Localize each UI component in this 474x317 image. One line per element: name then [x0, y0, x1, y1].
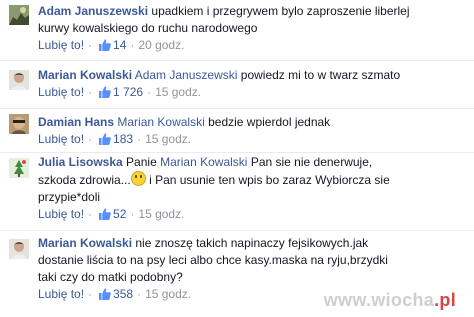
divider — [0, 152, 474, 153]
comment-text: upadkiem i przegrywem bylo zaproszenie l… — [151, 4, 410, 18]
like-button[interactable]: Lubię to! — [38, 38, 84, 52]
comment-author[interactable]: Marian Kowalski — [38, 236, 132, 250]
avatar[interactable] — [9, 70, 29, 90]
timestamp[interactable]: 15 godz. — [155, 85, 201, 99]
mention-link[interactable]: Marian Kowalski — [160, 155, 247, 169]
comment-author[interactable]: Adam Januszewski — [38, 4, 148, 18]
timestamp[interactable]: 15 godz. — [145, 287, 191, 301]
like-button[interactable]: Lubię to! — [38, 207, 84, 221]
avatar[interactable] — [9, 114, 29, 134]
timestamp[interactable]: 15 godz. — [145, 132, 191, 146]
avatar[interactable] — [9, 158, 29, 178]
thumbs-up-icon[interactable] — [98, 133, 111, 150]
like-button[interactable]: Lubię to! — [38, 287, 84, 301]
mention-link[interactable]: Adam Januszewski — [135, 68, 238, 82]
comment-text: przypie*doli — [38, 190, 101, 204]
comment-meta: Lubię to! · 358 · 15 godz. — [38, 287, 191, 301]
comment-text: kurwy kowalskiego do ruchu narodowego — [38, 21, 258, 35]
divider — [0, 60, 474, 61]
avatar[interactable] — [9, 5, 29, 25]
comment-author[interactable]: Damian Hans — [38, 115, 114, 129]
like-count[interactable]: 52 — [113, 207, 126, 221]
comment-text: taki czy do matki podobny? — [38, 270, 183, 284]
watermark: www.wiocha.pl — [324, 290, 456, 311]
divider — [0, 230, 474, 231]
timestamp[interactable]: 20 godz. — [138, 38, 184, 52]
like-count[interactable]: 1 726 — [113, 85, 143, 99]
thumbs-up-icon[interactable] — [98, 208, 111, 225]
comment-author[interactable]: Marian Kowalski — [38, 68, 132, 82]
like-button[interactable]: Lubię to! — [38, 132, 84, 146]
avatar[interactable] — [9, 239, 29, 259]
comment-author[interactable]: Julia Lisowska — [38, 155, 123, 169]
like-button[interactable]: Lubię to! — [38, 85, 84, 99]
comment-text: Pan sie nie denerwuje, — [250, 155, 373, 169]
like-count[interactable]: 183 — [113, 132, 133, 146]
comment-meta: Lubię to! · 14 · 20 godz. — [38, 38, 184, 52]
thumbs-up-icon[interactable] — [98, 39, 111, 56]
comment-text: powiedz mi to w twarz szmato — [240, 68, 401, 82]
watermark-text: www.wiocha — [323, 290, 435, 310]
divider — [0, 108, 474, 109]
comment-text: bedzie wpierdol jednak — [208, 115, 331, 129]
timestamp[interactable]: 15 godz. — [138, 207, 184, 221]
comment-text: szkoda zdrowia... — [38, 173, 131, 187]
comment-meta: Lubię to! · 183 · 15 godz. — [38, 132, 191, 146]
like-count[interactable]: 358 — [113, 287, 133, 301]
comment-text: Panie — [126, 155, 157, 169]
thumbs-up-icon[interactable] — [98, 288, 111, 305]
mention-link[interactable]: Marian Kowalski — [117, 115, 204, 129]
comment-meta: Lubię to! · 1 726 · 15 godz. — [38, 85, 201, 99]
comment-text: dostanie liścia to na psy leci albo chce… — [38, 253, 388, 267]
comment-meta: Lubię to! · 52 · 15 godz. — [38, 207, 184, 221]
comment-text: i Pan usunie ten wpis bo zaraz Wybiorcza… — [149, 173, 390, 187]
thumbs-up-icon[interactable] — [98, 86, 111, 103]
watermark-accent: .pl — [434, 290, 456, 310]
comment-text: nie znoszę takich napinaczy fejsikowych.… — [135, 236, 369, 250]
like-count[interactable]: 14 — [113, 38, 126, 52]
smiley-emoji-icon — [130, 171, 146, 186]
